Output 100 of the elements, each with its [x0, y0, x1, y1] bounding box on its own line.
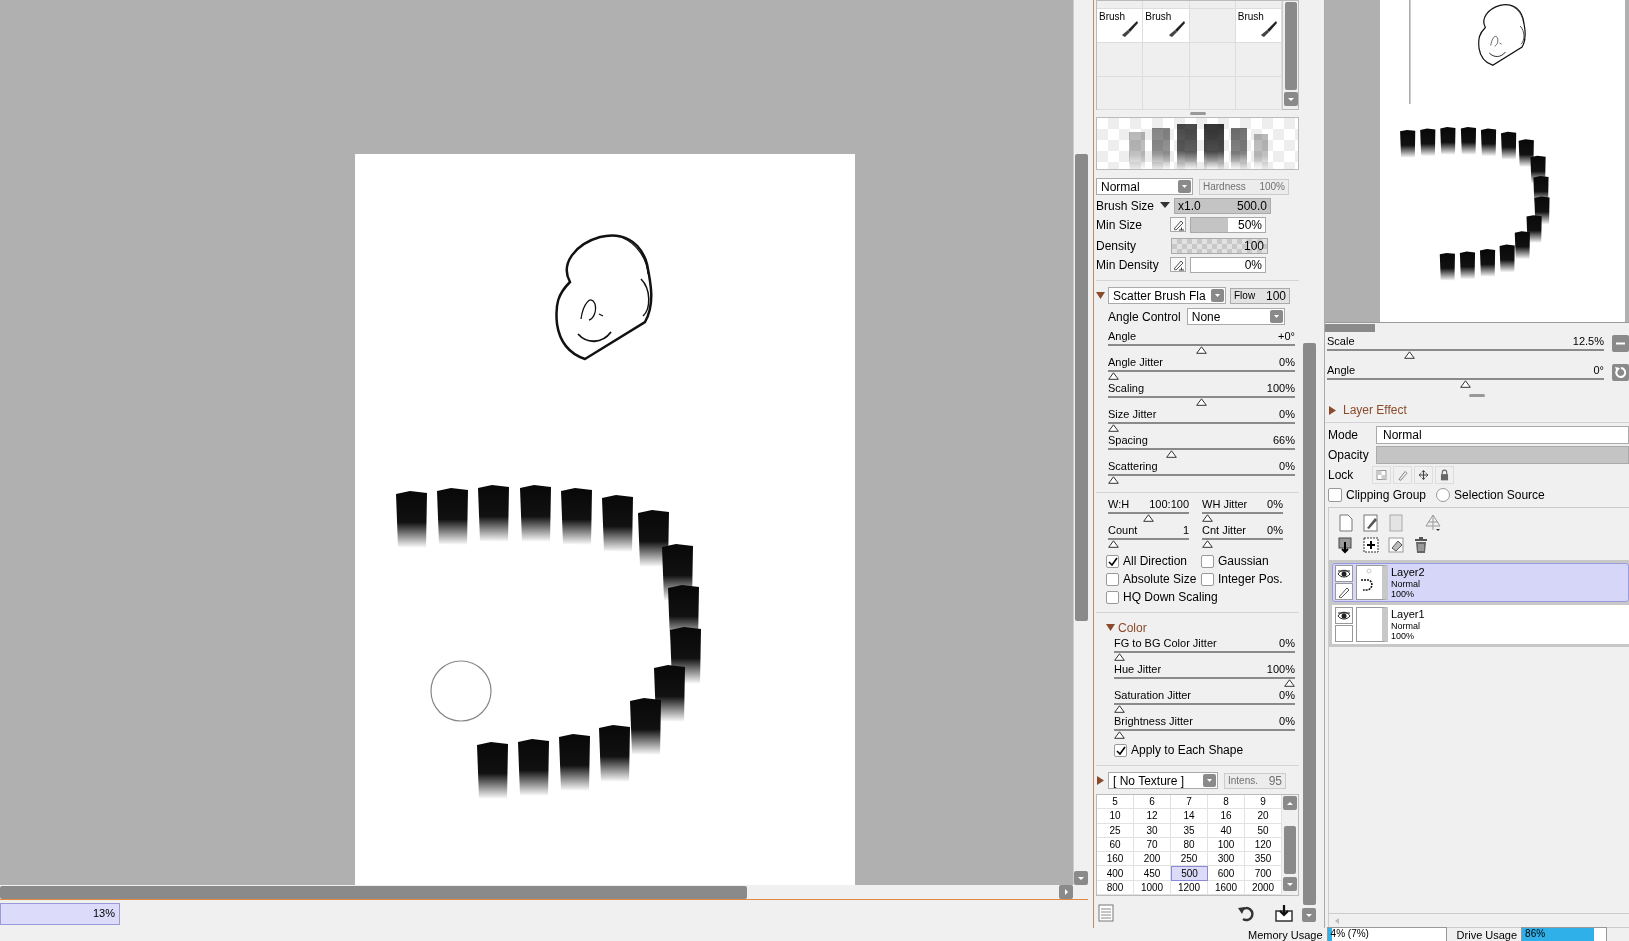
size-preset[interactable]: 1600 [1208, 880, 1245, 895]
scroll-up-icon[interactable] [1283, 796, 1297, 810]
vertical-scrollbar[interactable] [1073, 0, 1088, 885]
lock-transparency-icon[interactable] [1372, 466, 1391, 484]
brush-shape-dropdown[interactable]: Scatter Brush Fla [1108, 287, 1226, 304]
flow-slider[interactable]: Flow 100 [1230, 287, 1290, 304]
slider-track[interactable] [1108, 512, 1189, 523]
size-preset[interactable]: 12 [1134, 809, 1171, 824]
slider-track[interactable] [1108, 370, 1295, 381]
slider-thumb[interactable] [1108, 372, 1119, 380]
radio-button[interactable] [1436, 488, 1451, 502]
zoom-out-icon[interactable] [1612, 335, 1629, 352]
slider-track[interactable] [1114, 729, 1295, 740]
size-preset[interactable]: 60 [1097, 837, 1134, 853]
visibility-toggle[interactable] [1335, 607, 1353, 624]
size-preset[interactable]: 70 [1134, 837, 1171, 853]
size-preset[interactable]: 1000 [1134, 880, 1171, 895]
eraser-icon[interactable] [1387, 536, 1405, 554]
angle-control-dropdown[interactable]: None [1186, 308, 1285, 325]
canvas-view[interactable] [0, 0, 1073, 885]
size-preset[interactable]: 500 [1171, 866, 1208, 881]
checkbox[interactable] [1106, 554, 1119, 568]
reset-rotation-icon[interactable] [1612, 364, 1629, 381]
collapse-triangle-icon[interactable] [1106, 623, 1115, 632]
horizontal-scrollbar[interactable] [0, 885, 1088, 900]
section-title[interactable]: Layer Effect [1343, 403, 1407, 417]
size-preset[interactable]: 1200 [1171, 880, 1208, 895]
tool-slot[interactable]: Brush [1143, 9, 1190, 43]
slider-thumb[interactable] [1196, 346, 1207, 354]
size-preset[interactable]: 35 [1171, 823, 1208, 838]
edit-toggle[interactable] [1335, 583, 1353, 600]
slider-thumb[interactable] [1202, 514, 1213, 522]
slider-thumb[interactable] [1143, 514, 1154, 522]
save-icon[interactable] [1275, 904, 1293, 922]
value-slider[interactable]: 100 [1171, 237, 1268, 254]
layer-row[interactable]: Layer1 Normal 100% [1332, 605, 1629, 644]
slider-track[interactable] [1108, 396, 1295, 407]
slider-thumb[interactable] [1404, 351, 1416, 359]
slider-thumb[interactable] [1166, 450, 1178, 458]
scroll-down-icon[interactable] [1302, 908, 1316, 922]
texture-dropdown[interactable]: [ No Texture ] [1108, 772, 1218, 789]
resize-grip[interactable] [1189, 112, 1206, 115]
checkbox[interactable] [1106, 572, 1119, 586]
size-preset[interactable]: 40 [1208, 823, 1245, 838]
scroll-thumb[interactable] [0, 885, 747, 899]
scroll-thumb[interactable] [1284, 2, 1297, 90]
palette-scrollbar[interactable] [1283, 1, 1298, 109]
scroll-right-icon[interactable] [1059, 885, 1073, 899]
slider-track[interactable] [1108, 474, 1295, 485]
value-slider[interactable]: x1.0 500.0 [1174, 197, 1271, 214]
size-preset[interactable]: 300 [1208, 852, 1245, 867]
value-slider[interactable]: 0% [1190, 256, 1266, 273]
opacity-slider[interactable] [1376, 446, 1629, 464]
padlock-icon[interactable] [1435, 466, 1454, 484]
size-preset[interactable]: 25 [1097, 823, 1134, 838]
size-preset[interactable]: 7 [1171, 795, 1208, 810]
slider-thumb[interactable] [1202, 540, 1213, 548]
preset-scrollbar[interactable] [1282, 795, 1298, 895]
resize-grip[interactable] [1469, 393, 1485, 397]
slider-track[interactable] [1114, 677, 1295, 688]
horizontal-scrollbar[interactable] [1325, 322, 1629, 332]
collapse-triangle-icon[interactable] [1096, 776, 1105, 785]
tool-slot[interactable]: Brush [1235, 9, 1282, 43]
scroll-down-icon[interactable] [1283, 877, 1297, 891]
scroll-down-icon[interactable] [1074, 871, 1088, 885]
checkbox[interactable] [1201, 572, 1214, 586]
size-preset[interactable]: 100 [1208, 837, 1245, 853]
visibility-toggle[interactable] [1335, 565, 1353, 582]
lock-move-icon[interactable] [1414, 466, 1433, 484]
scroll-thumb[interactable] [1325, 323, 1375, 332]
layer-row[interactable]: Layer2 Normal 100% [1332, 563, 1629, 602]
checkbox[interactable] [1114, 743, 1127, 757]
undo-icon[interactable] [1237, 904, 1255, 922]
size-preset[interactable]: 14 [1171, 809, 1208, 824]
collapse-triangle-icon[interactable] [1096, 291, 1105, 300]
size-preset[interactable]: 5 [1097, 795, 1134, 810]
slider-track[interactable] [1114, 651, 1295, 662]
scroll-thumb[interactable] [1074, 154, 1088, 621]
dropdown-triangle-icon[interactable] [1160, 202, 1170, 209]
size-preset[interactable]: 200 [1134, 852, 1171, 867]
trash-icon[interactable] [1412, 536, 1430, 554]
size-preset[interactable]: 600 [1208, 866, 1245, 881]
size-preset[interactable]: 6 [1134, 795, 1171, 810]
pressure-toggle[interactable] [1170, 217, 1186, 232]
value-slider[interactable]: 50% [1190, 216, 1266, 233]
size-preset[interactable]: 800 [1097, 880, 1134, 895]
size-preset[interactable]: 8 [1208, 795, 1245, 810]
size-preset[interactable]: 10 [1097, 809, 1134, 824]
slider-track[interactable] [1202, 538, 1283, 549]
pen-layer-icon[interactable] [1362, 514, 1380, 532]
slider-track[interactable] [1114, 703, 1295, 714]
slider-track[interactable] [1108, 422, 1295, 433]
paper-canvas[interactable] [355, 154, 855, 885]
pressure-toggle[interactable] [1170, 257, 1186, 272]
navigator-view[interactable] [1325, 0, 1629, 322]
texture-intensity-field[interactable]: Intens. 95 [1224, 772, 1286, 789]
slider-thumb[interactable] [1108, 424, 1119, 432]
slider-thumb[interactable] [1114, 705, 1125, 713]
size-preset[interactable]: 400 [1097, 866, 1134, 881]
slider-thumb[interactable] [1108, 476, 1119, 484]
